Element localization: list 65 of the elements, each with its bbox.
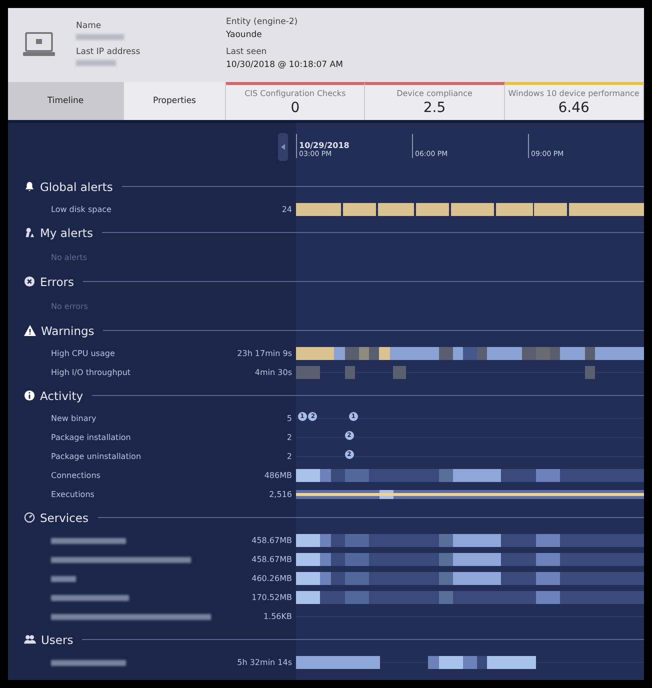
timeline-segment[interactable] [369, 347, 380, 360]
row-label: High CPU usage [51, 349, 115, 358]
tab[interactable]: Properties [124, 82, 226, 120]
tab[interactable]: Timeline [8, 82, 124, 120]
score-label: Device compliance [396, 89, 472, 98]
row-value: 460.26MB [252, 574, 292, 583]
field-label: Last seen [226, 46, 268, 56]
score-card[interactable]: CIS Configuration Checks 0 [226, 82, 366, 120]
caret-left-icon [281, 144, 285, 150]
section-title: Global alerts [40, 180, 113, 194]
row-value: 4min 30s [254, 368, 292, 377]
field-value: Yaounde [226, 30, 263, 40]
score-value: 2.5 [423, 100, 446, 116]
users-icon [24, 634, 36, 645]
row-value: 1.56KB [263, 612, 292, 621]
row-label: Executions [51, 490, 94, 499]
field-label: Entity (engine-2) [226, 16, 299, 26]
empty-message: No errors [50, 300, 89, 312]
error-icon [24, 276, 35, 287]
section-title: Users [41, 632, 74, 646]
field-label: Last IP address [76, 46, 142, 56]
gauge-icon [24, 512, 35, 523]
row-value: 5 [286, 414, 292, 423]
bell-icon [24, 181, 35, 192]
score-card[interactable]: Windows 10 device performance 6.46 [504, 82, 644, 120]
row-value: 2 [286, 433, 292, 442]
timeline-segment[interactable] [378, 203, 414, 216]
row-label: Low disk space [51, 205, 112, 214]
row-label: New binary [51, 414, 96, 423]
info-icon [24, 390, 35, 401]
executions-bar[interactable] [296, 488, 644, 501]
empty-message: No alerts [50, 252, 88, 264]
laptop-icon [22, 32, 56, 58]
score-card[interactable]: Device compliance 2.5 [365, 82, 505, 120]
section-title: My alerts [40, 226, 93, 240]
warning-icon [24, 325, 36, 336]
section-title: Errors [40, 274, 74, 288]
row-value: 458.67MB [252, 536, 292, 545]
section-title: Warnings [41, 324, 94, 338]
score-value: 0 [290, 100, 300, 116]
row-value: 170.52MB [252, 593, 292, 602]
timeline-segment[interactable] [450, 203, 494, 216]
row-value: 24 [282, 205, 292, 214]
score-label: CIS Configuration Checks [244, 89, 346, 98]
scroll-left-button[interactable] [278, 133, 288, 161]
score-value: 6.46 [558, 100, 590, 116]
row-value: 458.67MB [252, 555, 292, 564]
row-label: Connections [51, 471, 100, 480]
row-value: 486MB [264, 471, 292, 480]
section-title: Activity [40, 388, 84, 402]
timeline-date: 10/29/2018 [299, 141, 350, 150]
row-label: High I/O throughput [51, 368, 131, 377]
field-label: Name [76, 20, 102, 30]
row-value: 2 [286, 452, 292, 461]
score-label: Windows 10 device performance [508, 89, 640, 98]
row-label: Package installation [51, 433, 131, 442]
timeline-segment[interactable] [342, 203, 376, 216]
user-alert-icon [24, 227, 35, 238]
field-value: 10/30/2018 @ 10:18:07 AM [226, 60, 344, 70]
section-title: Services [40, 510, 88, 524]
row-value: 5h 32min 14s [237, 658, 292, 667]
row-label: Package uninstallation [51, 452, 142, 461]
row-value: 2,516 [269, 490, 292, 499]
row-value: 23h 17min 9s [237, 349, 292, 358]
timeline-segment[interactable] [476, 656, 488, 669]
